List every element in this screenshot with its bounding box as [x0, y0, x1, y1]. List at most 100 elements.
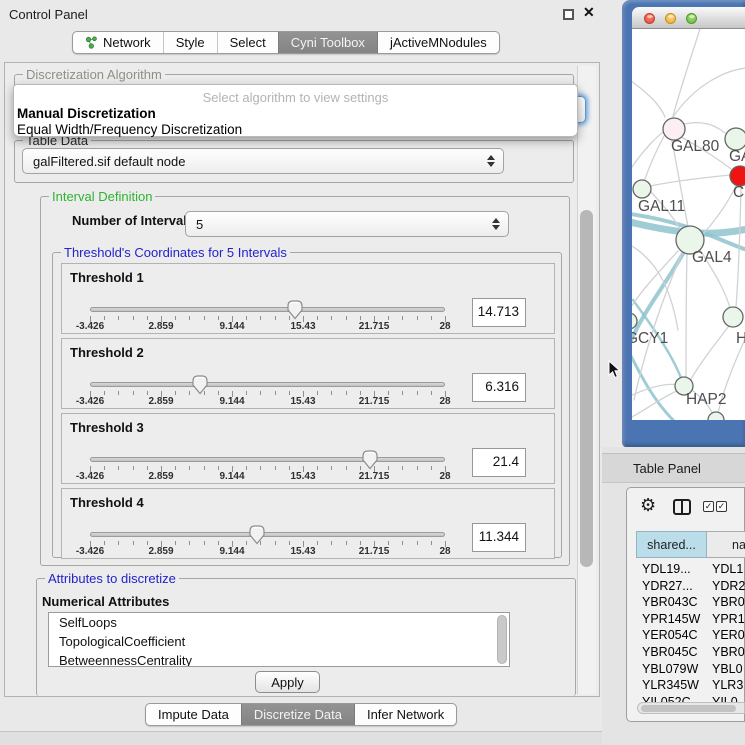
attribute-item[interactable]: BetweennessCentrality	[59, 653, 192, 667]
network-edge[interactable]	[644, 136, 664, 182]
panel-scrollbar-thumb[interactable]	[580, 210, 593, 567]
network-edge[interactable]	[650, 175, 730, 186]
tick-mark	[289, 391, 290, 395]
network-window-titlebar[interactable]	[632, 7, 745, 29]
tab-infer-network[interactable]: Infer Network	[354, 704, 456, 725]
tab-label: Cyni Toolbox	[291, 35, 365, 50]
apply-button[interactable]: Apply	[255, 671, 320, 693]
threshold-value-field[interactable]: 21.4	[472, 448, 526, 477]
slider-track[interactable]	[90, 382, 445, 387]
tick-mark	[218, 316, 219, 320]
numerical-attributes-list[interactable]: SelfLoops TopologicalCoefficient Betweenne…	[48, 612, 510, 667]
tick-mark	[417, 541, 418, 545]
network-edge[interactable]	[686, 254, 687, 377]
network-canvas[interactable]: GAL80GACGAL11GAL4GCY1HHAP2	[632, 29, 745, 420]
network-edge[interactable]	[673, 29, 700, 116]
tab-network[interactable]: Network	[73, 32, 163, 53]
minimize-traffic-light-icon[interactable]	[665, 13, 676, 24]
network-edge[interactable]	[632, 352, 674, 420]
node-label: GAL11	[638, 198, 685, 215]
tick-mark	[104, 541, 105, 545]
tick-mark	[260, 316, 261, 320]
network-edge[interactable]	[684, 123, 725, 133]
num-intervals-combobox[interactable]: 5	[185, 211, 509, 237]
slider-handle[interactable]	[248, 524, 266, 550]
slider-track[interactable]	[90, 307, 445, 312]
node-bottom[interactable]	[708, 412, 724, 420]
table-hscrollbar-thumb[interactable]	[641, 705, 736, 712]
table-data-value: galFiltered.sif default node	[33, 154, 185, 169]
tick-row	[90, 466, 445, 474]
column-header-shared-name[interactable]: shared...	[636, 531, 707, 558]
tick-mark	[133, 391, 134, 395]
network-edge[interactable]	[632, 80, 665, 117]
tab-impute-data[interactable]: Impute Data	[146, 704, 241, 725]
threshold-value-field[interactable]: 14.713	[472, 298, 526, 327]
node-top-right[interactable]	[725, 128, 745, 150]
slider-track[interactable]	[90, 457, 445, 462]
node-gal11[interactable]	[633, 180, 651, 198]
network-edge[interactable]	[691, 326, 729, 379]
tick-mark	[360, 541, 361, 545]
close-icon[interactable]: ✕	[583, 4, 595, 21]
algorithm-option[interactable]: Manual Discretization	[17, 106, 156, 121]
tick-label: -3.426	[76, 321, 104, 332]
tick-mark	[346, 316, 347, 320]
checkbox-icon[interactable]: ✓	[703, 501, 714, 512]
zoom-traffic-light-icon[interactable]	[686, 13, 697, 24]
tick-mark	[118, 466, 119, 470]
slider-handle[interactable]	[191, 374, 209, 400]
tab-cyni-toolbox[interactable]: Cyni Toolbox	[278, 32, 377, 53]
num-intervals-label: Number of Intervals	[72, 213, 194, 228]
threshold-card: Threshold 2-3.4262.8599.14415.4321.71528…	[61, 338, 555, 409]
tick-mark	[260, 391, 261, 395]
tick-mark	[275, 316, 276, 320]
gear-icon[interactable]: ⚙	[640, 495, 656, 516]
network-edge[interactable]	[632, 390, 679, 418]
threshold-value-field[interactable]: 11.344	[472, 523, 526, 552]
tick-mark	[218, 391, 219, 395]
node-label: HAP2	[686, 391, 727, 408]
node-right-mid[interactable]	[723, 307, 743, 327]
tick-row	[90, 541, 445, 549]
node-red[interactable]	[730, 166, 745, 186]
cell-name: YDR2	[712, 579, 745, 593]
threshold-label: Threshold 2	[70, 345, 144, 360]
tab-discretize-data[interactable]: Discretize Data	[241, 704, 354, 725]
column-header-name[interactable]: na	[707, 531, 745, 558]
tick-mark	[388, 466, 389, 470]
tick-mark	[360, 316, 361, 320]
tab-select[interactable]: Select	[217, 32, 278, 53]
bottom-tab-bar: Impute DataDiscretize DataInfer Network	[145, 703, 457, 726]
table-panel-titlebar: Table Panel	[602, 453, 745, 483]
node-gal80[interactable]	[663, 118, 685, 140]
attribute-item[interactable]: TopologicalCoefficient	[59, 634, 185, 649]
list-scrollbar[interactable]	[497, 615, 507, 664]
checkbox-icon[interactable]: ✓	[716, 501, 727, 512]
slider-track[interactable]	[90, 532, 445, 537]
cell-shared-name: YDR27...	[642, 579, 693, 593]
tick-mark	[317, 391, 318, 395]
tick-mark	[104, 391, 105, 395]
float-window-icon[interactable]	[563, 9, 574, 20]
algorithm-option[interactable]: Equal Width/Frequency Discretization	[17, 122, 242, 137]
table-hscrollbar[interactable]	[637, 702, 745, 714]
network-edge[interactable]	[673, 68, 745, 117]
slider-handle[interactable]	[286, 299, 304, 325]
tick-row	[90, 391, 445, 399]
attribute-item[interactable]: SelfLoops	[59, 615, 117, 630]
tab-style[interactable]: Style	[163, 32, 217, 53]
table-data-combobox[interactable]: galFiltered.sif default node	[22, 148, 504, 174]
threshold-value-field[interactable]: 6.316	[472, 373, 526, 402]
tick-mark	[175, 391, 176, 395]
close-traffic-light-icon[interactable]	[644, 13, 655, 24]
tick-mark	[260, 466, 261, 470]
network-edge[interactable]	[702, 186, 736, 235]
tab-jactivemnodules[interactable]: jActiveMNodules	[377, 32, 499, 53]
table-panel-title: Table Panel	[633, 461, 701, 476]
network-edge[interactable]	[632, 130, 666, 170]
tick-label: -3.426	[76, 396, 104, 407]
cell-shared-name: YLR345W	[642, 678, 699, 692]
slider-handle[interactable]	[361, 449, 379, 475]
split-columns-icon[interactable]	[673, 499, 691, 515]
